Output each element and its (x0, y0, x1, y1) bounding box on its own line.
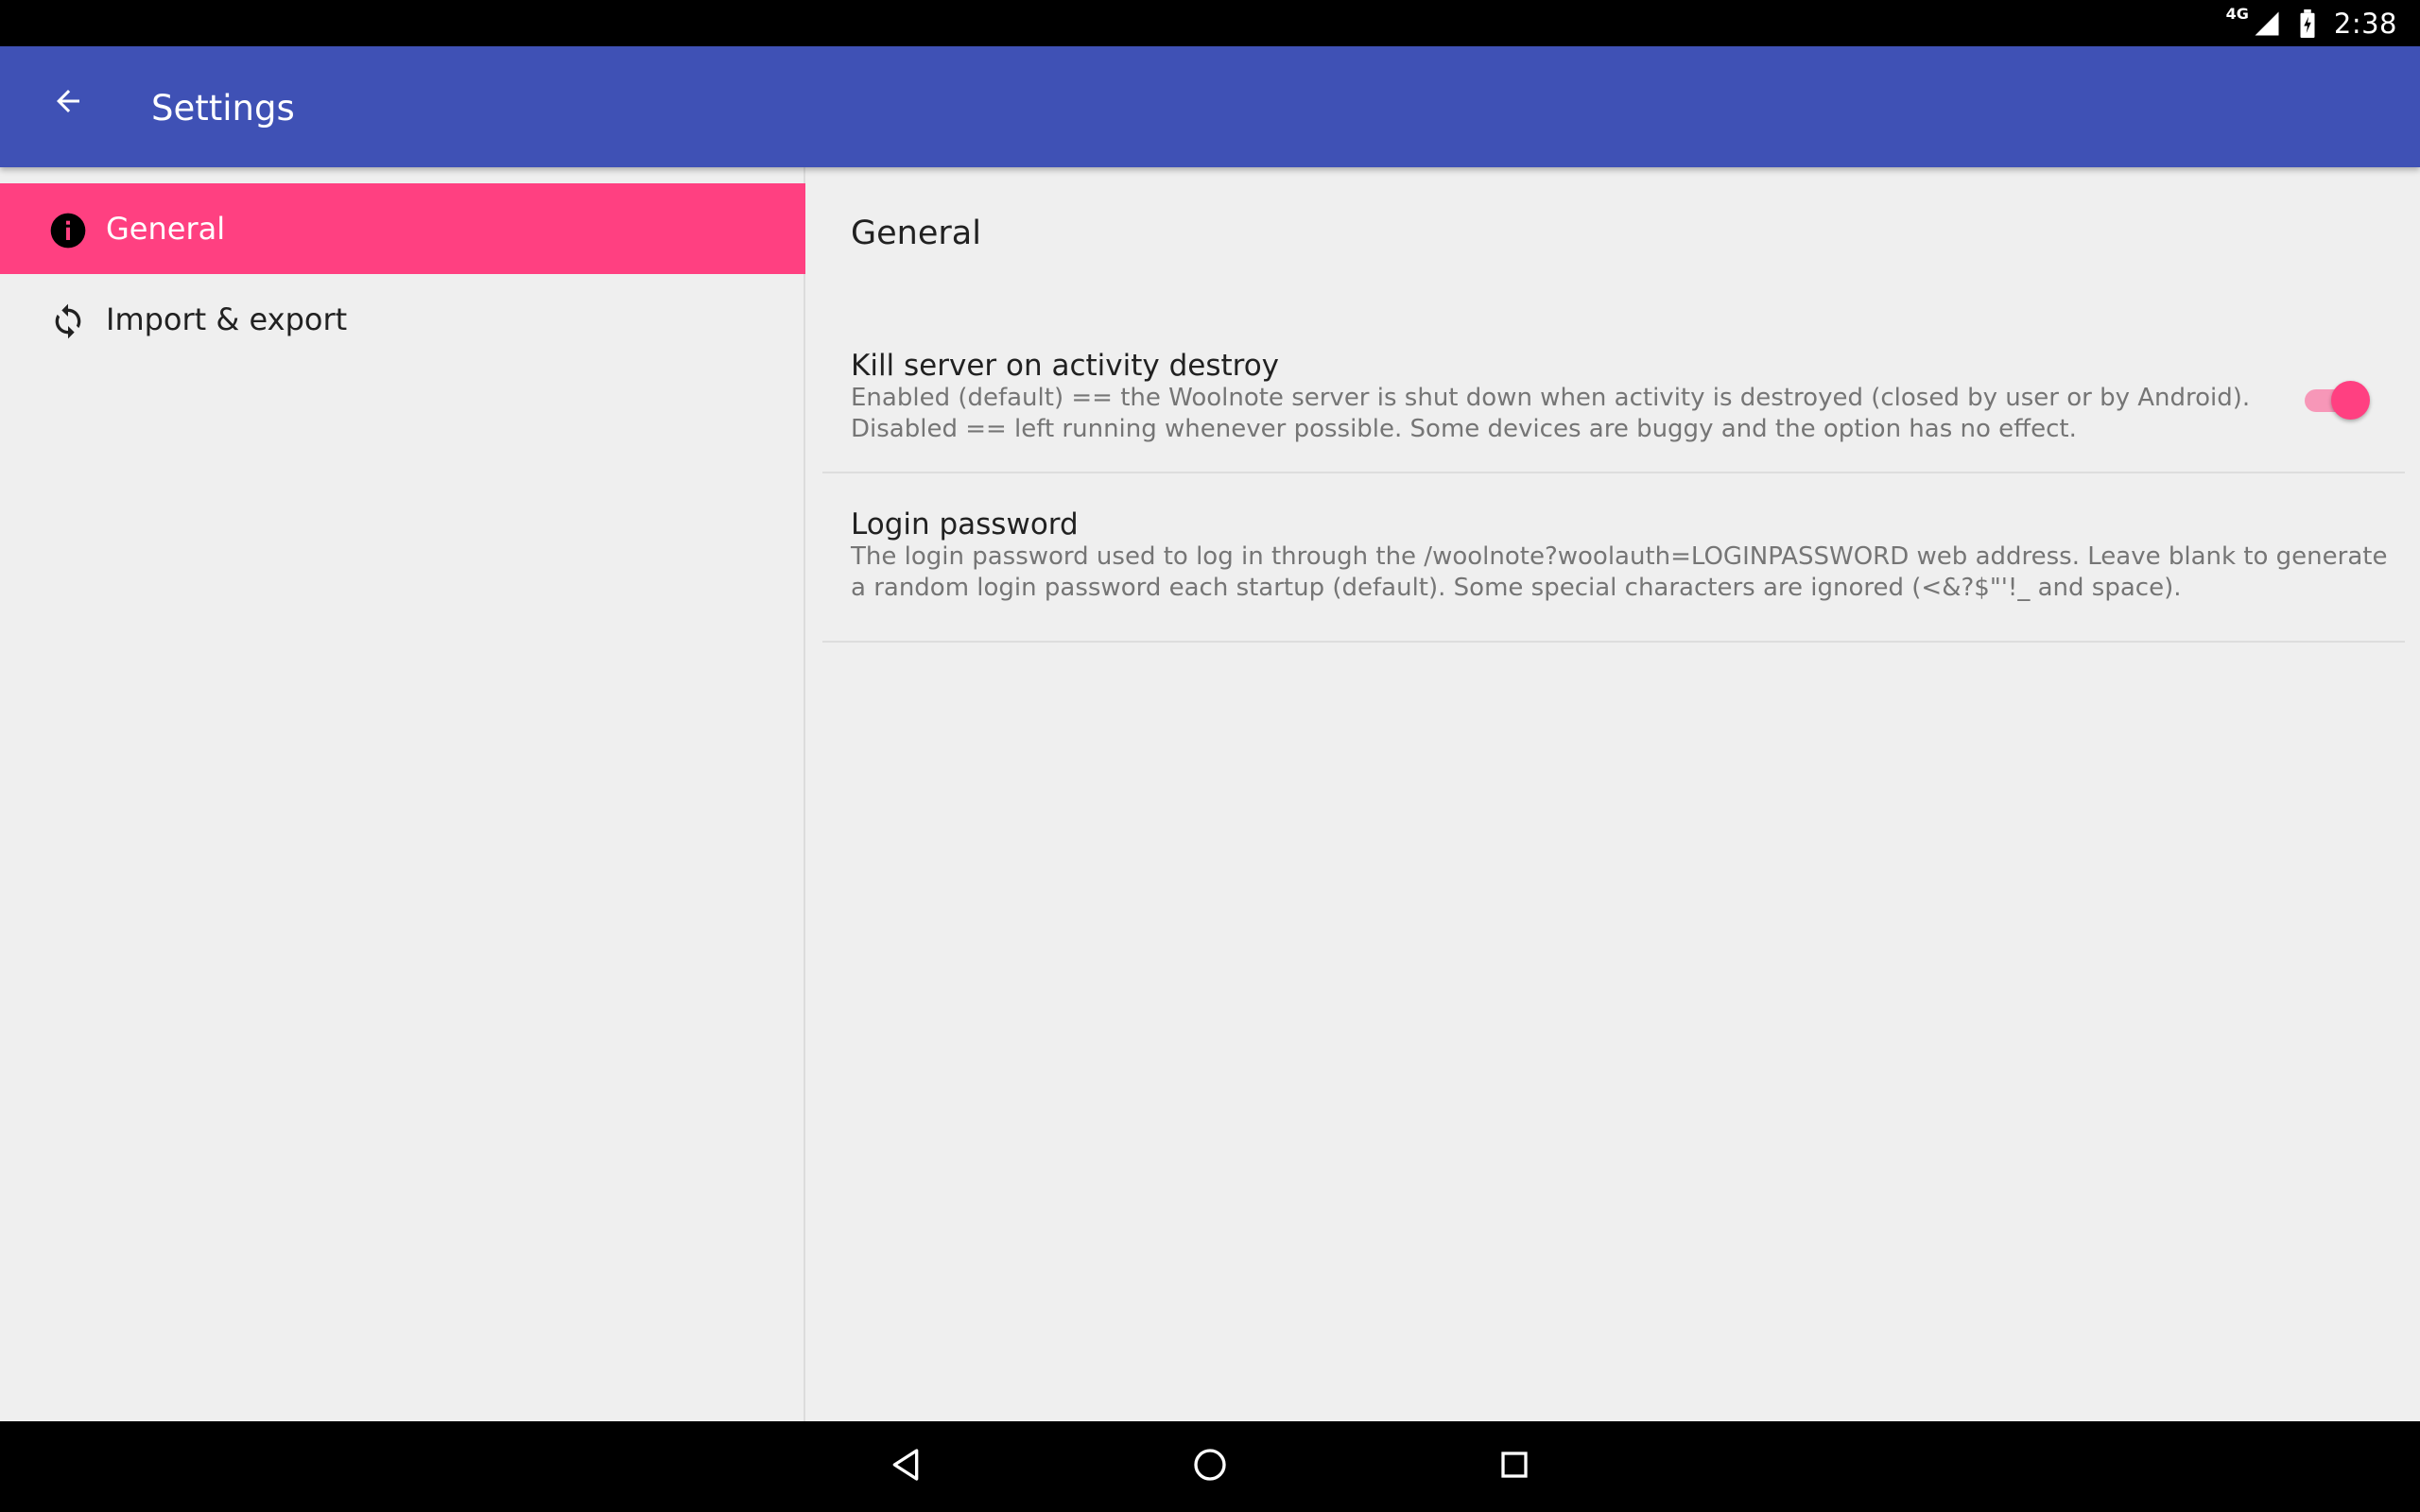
pref-login-password[interactable]: Login password The login password used t… (822, 473, 2405, 643)
battery-icon (2298, 9, 2317, 38)
status-bar: 4G 2:38 (0, 0, 2420, 46)
nav-back-icon (887, 1446, 925, 1487)
pref-title: Kill server on activity destroy (851, 349, 1280, 383)
header-label-import-export: Import & export (106, 301, 348, 337)
arrow-back-icon (51, 84, 85, 122)
nav-back-button[interactable] (875, 1436, 936, 1497)
pref-summary: The login password used to log in throug… (851, 542, 2388, 602)
kill-server-switch[interactable] (2301, 379, 2371, 422)
info-icon (49, 212, 87, 249)
general-preferences-pane: General Kill server on activity destroy … (807, 167, 2420, 1421)
network-type: 4G (2225, 5, 2249, 23)
header-item-general[interactable]: General (0, 183, 805, 274)
app-bar: Settings (0, 46, 2420, 167)
header-label-general: General (106, 211, 226, 247)
nav-recents-icon (1497, 1448, 1531, 1486)
switch-thumb (2331, 381, 2370, 420)
nav-home-button[interactable] (1180, 1436, 1240, 1497)
settings-headers-list: General Import & export (0, 167, 805, 1421)
back-button[interactable] (34, 69, 102, 137)
signal-icon (2253, 9, 2281, 38)
section-title: General (851, 215, 981, 252)
pref-title: Login password (851, 507, 1079, 541)
navigation-bar (0, 1421, 2420, 1512)
status-clock: 2:38 (2333, 7, 2397, 40)
nav-recents-button[interactable] (1484, 1436, 1545, 1497)
page-title: Settings (151, 88, 295, 129)
sync-icon (49, 302, 87, 340)
nav-home-icon (1191, 1446, 1229, 1487)
header-item-import-export[interactable]: Import & export (0, 274, 805, 365)
pref-kill-server[interactable]: Kill server on activity destroy Enabled … (822, 328, 2405, 473)
settings-screen: 4G 2:38 Settings General Import & export… (0, 0, 2420, 1512)
pref-summary: Enabled (default) == the Woolnote server… (851, 384, 2251, 443)
